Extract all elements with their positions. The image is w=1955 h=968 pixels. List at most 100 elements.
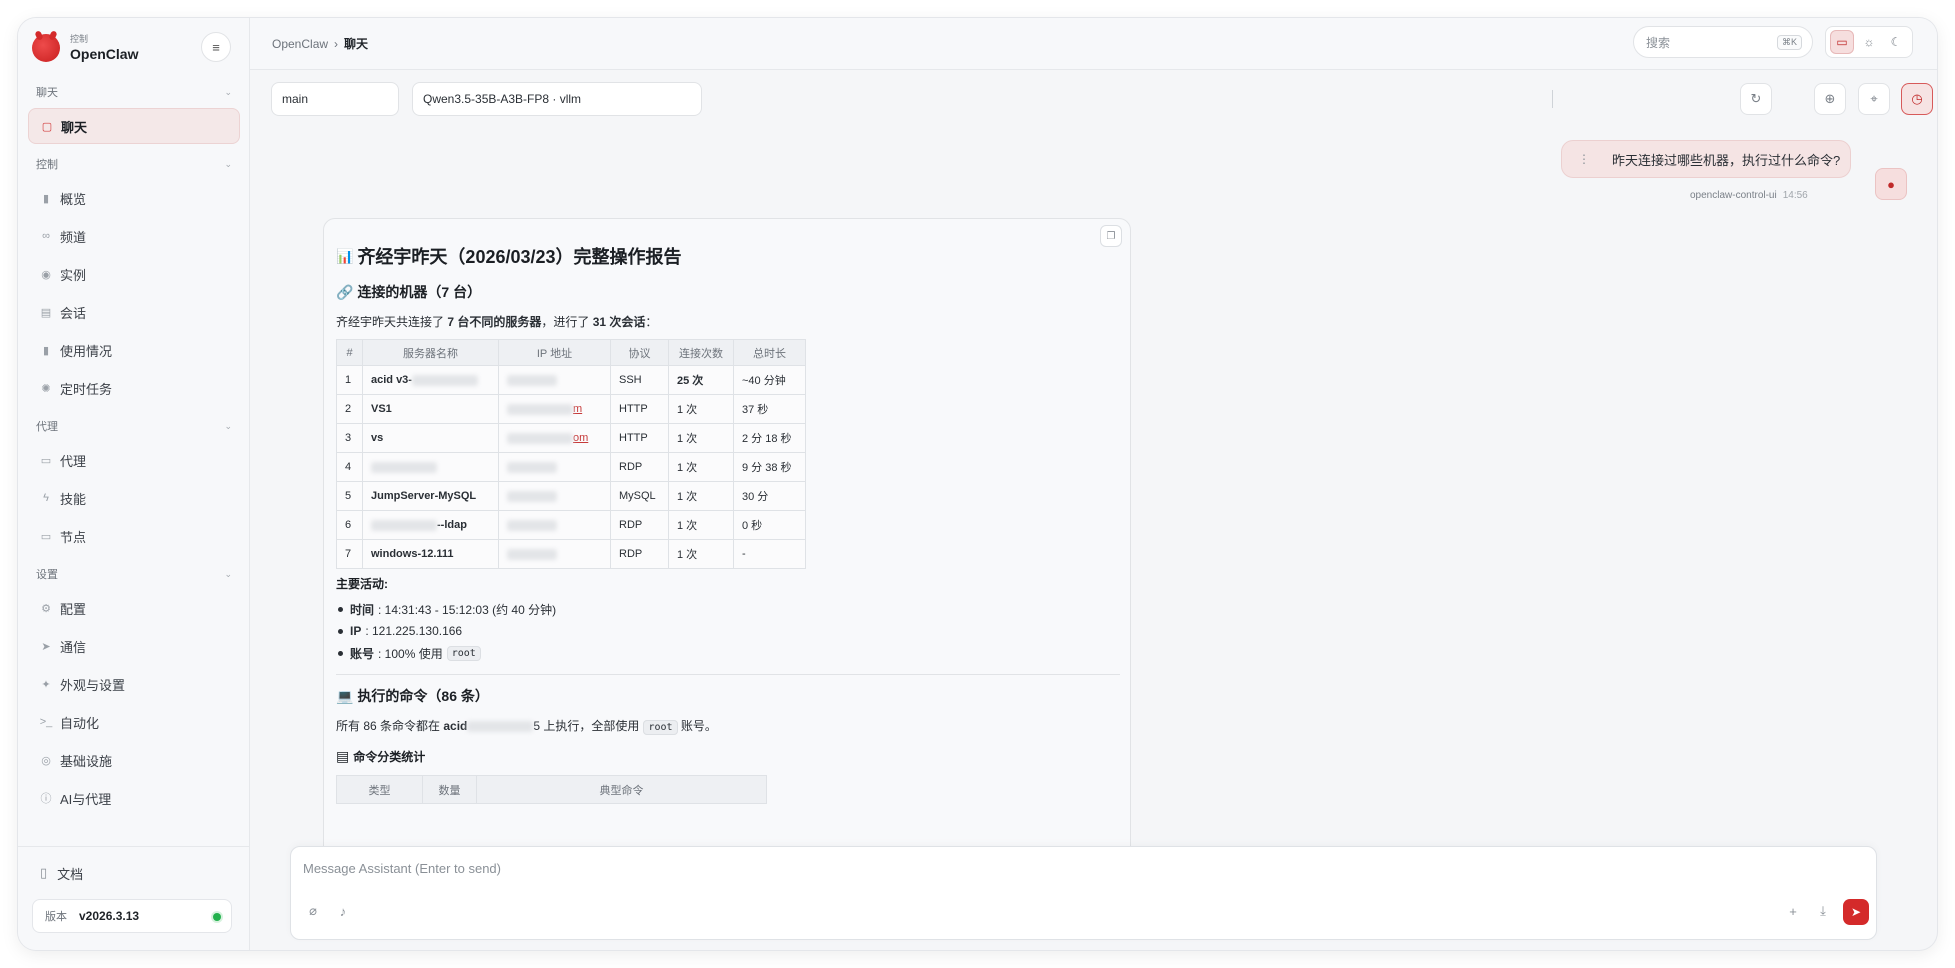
nav-group-agents[interactable]: 代理 ⌄	[18, 412, 250, 440]
sidebar-item-overview[interactable]: ▮ 概览	[28, 180, 240, 216]
ip-link[interactable]: m	[573, 403, 582, 415]
sidebar-toggle-button[interactable]: ≡	[201, 32, 231, 62]
commands-mid: 上执行，全部使用	[543, 719, 640, 733]
paperclip-icon: ⌀	[309, 903, 317, 918]
export-button[interactable]: ⤓	[1811, 899, 1835, 923]
bar-chart-icon: ▮	[42, 344, 50, 357]
list-item: 账号: 100% 使用 root	[336, 642, 1120, 664]
sidebar-item-communication[interactable]: ➤ 通信	[28, 628, 240, 664]
sidebar-item-ai-agents[interactable]: ⓘ AI与代理	[28, 780, 240, 816]
ip-link[interactable]: om	[573, 432, 588, 444]
chevron-down-icon: ⌄	[224, 568, 232, 579]
theme-light-button[interactable]: ☼	[1857, 30, 1881, 54]
table-cell[interactable]: om	[498, 423, 611, 453]
attach-button[interactable]: ⌀	[301, 899, 325, 923]
report-title: 📊 齐经宇昨天（2026/03/23）完整操作报告	[336, 241, 1120, 271]
sidebar-item-label: 代理	[60, 453, 87, 469]
table-cell: 0 秒	[733, 510, 806, 540]
sidebar-item-label: 实例	[60, 267, 87, 283]
chevron-down-icon: ⌄	[224, 420, 232, 431]
send-button[interactable]: ➤	[1843, 899, 1869, 925]
theme-system-button[interactable]: ▭	[1830, 30, 1854, 54]
brand[interactable]: 控制 OpenClaw	[32, 30, 138, 66]
sidebar-item-infrastructure[interactable]: ◎ 基础设施	[28, 742, 240, 778]
activity-value: : 121.225.130.166	[365, 624, 463, 638]
voice-button[interactable]: ♪	[331, 899, 355, 923]
table-cell: 1 次	[668, 452, 734, 482]
chevron-down-icon: ⌄	[224, 158, 232, 169]
sidebar-item-skills[interactable]: ϟ 技能	[28, 480, 240, 516]
folder-icon: ▭	[40, 454, 52, 467]
redacted-text	[371, 461, 437, 473]
server-name: --ldap	[437, 519, 467, 531]
monitor-icon: ▭	[40, 530, 52, 543]
history-button[interactable]: ◷	[1901, 83, 1933, 115]
sidebar-item-appearance[interactable]: ✦ 外观与设置	[28, 666, 240, 702]
user-message-bubble[interactable]: ⋮ 昨天连接过哪些机器，执行过什么命令?	[1561, 140, 1851, 178]
clock-icon: ◷	[1911, 91, 1923, 106]
link-icon: ∞	[42, 230, 50, 242]
sidebar-item-chat[interactable]: ▢ 聊天	[28, 108, 240, 144]
brain-toggle-button[interactable]: ⊕	[1814, 83, 1846, 115]
main-area: OpenClaw › 聊天 搜索 ⌘K ▭ ☼ ☾ main Qwen3.5-35B…	[250, 18, 1937, 950]
table-cell: 7	[336, 539, 363, 569]
table-cell: -	[733, 539, 806, 569]
status-online-icon	[213, 913, 221, 921]
nav-group-chat[interactable]: 聊天 ⌄	[18, 78, 250, 106]
sidebar-item-sessions[interactable]: ▤ 会话	[28, 294, 240, 330]
redacted-text	[371, 519, 437, 531]
table-row: 1 acid v3- SSH 25 次 ~40 分钟	[336, 365, 806, 395]
bar-chart-icon: ▮	[42, 192, 50, 205]
sidebar-item-instances[interactable]: ◉ 实例	[28, 256, 240, 292]
nav-group-title: 聊天	[36, 87, 58, 99]
table-header: 总时长	[733, 339, 806, 366]
table-cell: VS1	[362, 394, 499, 424]
message-input[interactable]	[303, 857, 1863, 879]
assistant-message-card: ❐ 📊 齐经宇昨天（2026/03/23）完整操作报告 🔗 连接的机器（7 台）…	[323, 218, 1131, 858]
redacted-text	[507, 403, 573, 415]
download-icon: ⤓	[1820, 903, 1826, 918]
docs-link[interactable]: ▯ 文档	[40, 861, 83, 885]
search-input[interactable]: 搜索 ⌘K	[1633, 26, 1813, 58]
sidebar-item-config[interactable]: ⚙ 配置	[28, 590, 240, 626]
sidebar-item-usage[interactable]: ▮ 使用情况	[28, 332, 240, 368]
sidebar-item-cron[interactable]: ✺ 定时任务	[28, 370, 240, 406]
category-heading-text: 命令分类统计	[353, 749, 426, 764]
moon-icon: ☾	[1890, 35, 1902, 49]
table-cell: 4	[336, 452, 363, 482]
commands-host: acid	[443, 719, 468, 733]
sidebar-item-nodes[interactable]: ▭ 节点	[28, 518, 240, 554]
activities-title: 主要活动:	[336, 577, 388, 591]
section-divider	[336, 674, 1120, 675]
sidebar-item-agents[interactable]: ▭ 代理	[28, 442, 240, 478]
breadcrumb-root[interactable]: OpenClaw	[272, 37, 328, 51]
table-cell[interactable]: m	[498, 394, 611, 424]
sidebar-item-channels[interactable]: ∞ 频道	[28, 218, 240, 254]
refresh-button[interactable]: ↻	[1740, 83, 1772, 115]
version-badge: 版本 v2026.3.13	[32, 899, 232, 933]
model-select[interactable]: Qwen3.5-35B-A3B-FP8 · vllm	[412, 82, 702, 116]
activity-label: IP	[350, 624, 362, 638]
sidebar-item-label: 配置	[60, 601, 87, 617]
table-cell	[498, 510, 611, 540]
nav-group-control[interactable]: 控制 ⌄	[18, 150, 250, 178]
version-value: v2026.3.13	[79, 909, 140, 923]
sidebar-item-label: 节点	[60, 529, 87, 545]
sidebar-item-label: 通信	[60, 639, 87, 655]
focus-button[interactable]: ⌖	[1858, 83, 1890, 115]
sidebar-item-label: 技能	[60, 491, 87, 507]
table-cell: 2 分 18 秒	[733, 423, 806, 453]
topbar: OpenClaw › 聊天 搜索 ⌘K ▭ ☼ ☾	[250, 18, 1937, 70]
microphone-icon: ♪	[339, 903, 347, 919]
table-cell	[498, 539, 611, 569]
more-vertical-icon[interactable]: ⋮	[1578, 152, 1590, 166]
sidebar-item-automation[interactable]: >_ 自动化	[28, 704, 240, 740]
new-chat-button[interactable]: +	[1781, 899, 1805, 923]
table-cell: 6	[336, 510, 363, 540]
session-select[interactable]: main	[271, 82, 399, 116]
commands-heading: 💻 执行的命令（86 条）	[336, 684, 1120, 708]
table-cell	[498, 481, 611, 511]
table-cell: 30 分	[733, 481, 806, 511]
theme-dark-button[interactable]: ☾	[1884, 30, 1908, 54]
nav-group-settings[interactable]: 设置 ⌄	[18, 560, 250, 588]
